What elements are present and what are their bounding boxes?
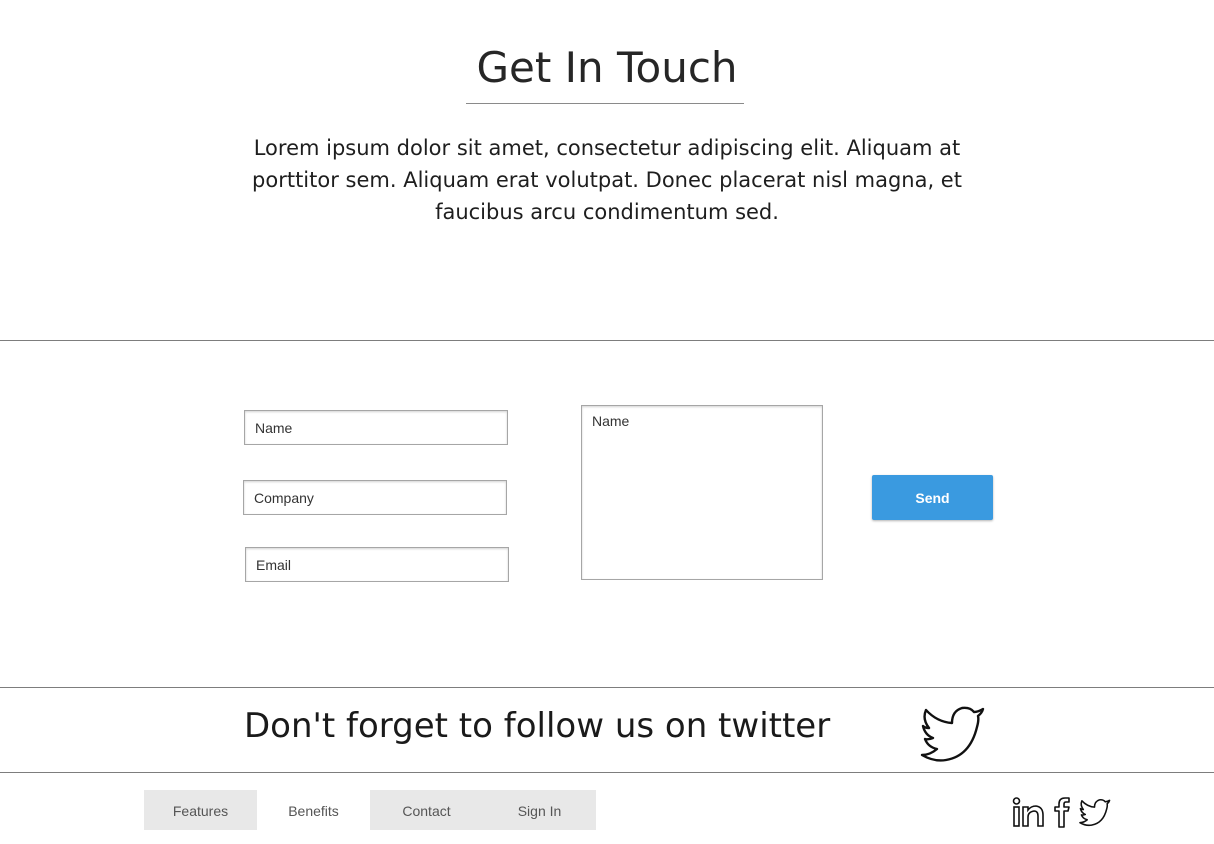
section-divider xyxy=(0,772,1214,773)
send-button[interactable]: Send xyxy=(872,475,993,520)
twitter-icon[interactable] xyxy=(1078,795,1112,829)
section-divider xyxy=(0,340,1214,341)
linkedin-icon[interactable] xyxy=(1011,795,1047,829)
intro-text: Lorem ipsum dolor sit amet, consectetur … xyxy=(252,136,962,224)
footer-nav: Features Benefits Contact Sign In xyxy=(144,790,596,830)
facebook-icon[interactable] xyxy=(1052,795,1074,829)
message-textarea[interactable] xyxy=(581,405,823,580)
nav-item-benefits[interactable]: Benefits xyxy=(257,790,370,830)
twitter-icon[interactable] xyxy=(918,703,988,763)
nav-item-features[interactable]: Features xyxy=(144,790,257,830)
follow-text: Don't forget to follow us on twitter xyxy=(244,706,831,746)
company-input[interactable] xyxy=(243,480,507,515)
section-divider xyxy=(0,687,1214,688)
contact-page: Get In Touch Lorem ipsum dolor sit amet,… xyxy=(0,0,1214,844)
nav-item-sign-in[interactable]: Sign In xyxy=(483,790,596,830)
email-input[interactable] xyxy=(245,547,509,582)
page-title: Get In Touch xyxy=(476,43,738,92)
name-input[interactable] xyxy=(244,410,508,445)
nav-item-contact[interactable]: Contact xyxy=(370,790,483,830)
title-underline xyxy=(466,103,744,104)
